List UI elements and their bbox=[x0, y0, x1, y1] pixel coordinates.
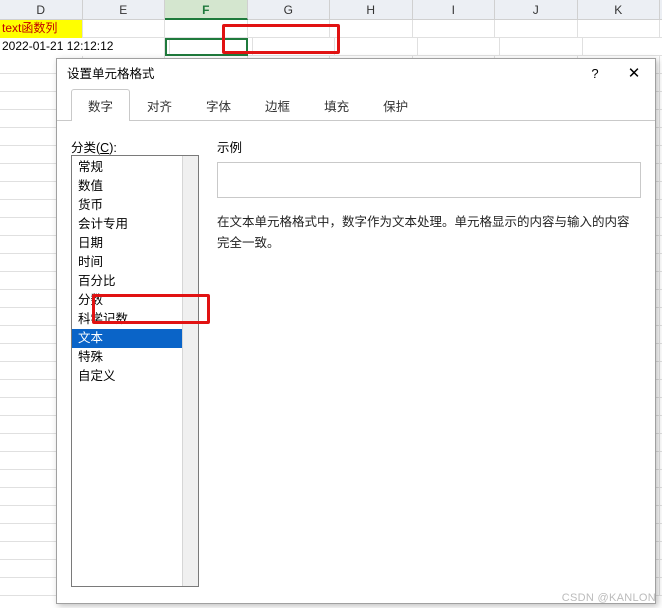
cell-G1[interactable] bbox=[248, 20, 331, 38]
cell-I2[interactable] bbox=[418, 38, 501, 56]
row-1: text函数列 bbox=[0, 20, 662, 38]
cell-G2[interactable] bbox=[253, 38, 336, 56]
category-label-suffix: ): bbox=[109, 141, 117, 155]
tab-alignment[interactable]: 对齐 bbox=[130, 89, 189, 121]
cell-D1[interactable]: text函数列 bbox=[0, 20, 83, 38]
col-header-J[interactable]: J bbox=[495, 0, 578, 20]
dialog-title-text: 设置单元格格式 bbox=[67, 67, 155, 81]
category-description: 在文本单元格格式中，数字作为文本处理。单元格显示的内容与输入的内容完全一致。 bbox=[217, 212, 641, 255]
category-item-general[interactable]: 常规 bbox=[72, 158, 198, 177]
category-item-custom[interactable]: 自定义 bbox=[72, 367, 198, 386]
sample-label: 示例 bbox=[217, 137, 641, 156]
cell-F1[interactable] bbox=[165, 20, 248, 38]
category-list-scrollbar[interactable] bbox=[182, 156, 198, 586]
tab-fill[interactable]: 填充 bbox=[307, 89, 366, 121]
dialog-help-button[interactable]: ? bbox=[581, 59, 609, 89]
dialog-body: 分类(C): 常规 数值 货币 会计专用 日期 时间 百分比 分数 科学记数 文… bbox=[71, 137, 641, 593]
format-cells-dialog: 设置单元格格式 ? ✕ 数字 对齐 字体 边框 填充 保护 分类(C): 常规 … bbox=[56, 58, 656, 604]
tab-protect[interactable]: 保护 bbox=[366, 89, 425, 121]
category-item-time[interactable]: 时间 bbox=[72, 253, 198, 272]
tab-font[interactable]: 字体 bbox=[189, 89, 248, 121]
dialog-close-button[interactable]: ✕ bbox=[619, 59, 649, 89]
dialog-titlebar[interactable]: 设置单元格格式 ? ✕ bbox=[57, 59, 655, 89]
category-item-fraction[interactable]: 分数 bbox=[72, 291, 198, 310]
cell-E1[interactable] bbox=[83, 20, 166, 38]
category-item-accounting[interactable]: 会计专用 bbox=[72, 215, 198, 234]
category-item-scientific[interactable]: 科学记数 bbox=[72, 310, 198, 329]
cell-H1[interactable] bbox=[330, 20, 413, 38]
col-header-G[interactable]: G bbox=[248, 0, 331, 20]
sample-preview-box bbox=[217, 162, 641, 198]
category-item-date[interactable]: 日期 bbox=[72, 234, 198, 253]
category-item-currency[interactable]: 货币 bbox=[72, 196, 198, 215]
cell-K2[interactable] bbox=[583, 38, 662, 56]
column-headers-row: D E F G H I J K bbox=[0, 0, 662, 20]
cell-D2[interactable]: 2022-01-21 12:12:12 bbox=[0, 38, 165, 56]
col-header-E[interactable]: E bbox=[83, 0, 166, 20]
category-item-text[interactable]: 文本 bbox=[72, 329, 198, 348]
cell-H2[interactable] bbox=[335, 38, 418, 56]
tab-border[interactable]: 边框 bbox=[248, 89, 307, 121]
category-label-prefix: 分类( bbox=[71, 141, 100, 155]
dialog-tabs: 数字 对齐 字体 边框 填充 保护 bbox=[57, 89, 655, 121]
watermark-text: CSDN @KANLON bbox=[562, 592, 656, 604]
col-header-F[interactable]: F bbox=[165, 0, 248, 20]
category-detail-pane: 示例 在文本单元格格式中，数字作为文本处理。单元格显示的内容与输入的内容完全一致… bbox=[217, 137, 641, 587]
cell-J1[interactable] bbox=[495, 20, 578, 38]
cell-K1[interactable] bbox=[578, 20, 661, 38]
cell-I1[interactable] bbox=[413, 20, 496, 38]
tab-number[interactable]: 数字 bbox=[71, 89, 130, 121]
cell-J2[interactable] bbox=[500, 38, 583, 56]
col-header-D[interactable]: D bbox=[0, 0, 83, 20]
category-listbox[interactable]: 常规 数值 货币 会计专用 日期 时间 百分比 分数 科学记数 文本 特殊 自定… bbox=[71, 155, 199, 587]
category-item-special[interactable]: 特殊 bbox=[72, 348, 198, 367]
category-item-number[interactable]: 数值 bbox=[72, 177, 198, 196]
col-header-H[interactable]: H bbox=[330, 0, 413, 20]
row-2: 2022-01-21 12:12:12 bbox=[0, 38, 662, 56]
col-header-I[interactable]: I bbox=[413, 0, 496, 20]
category-label-hotkey: C bbox=[100, 141, 109, 155]
cell-F2[interactable] bbox=[170, 38, 253, 56]
col-header-K[interactable]: K bbox=[578, 0, 661, 20]
category-item-percentage[interactable]: 百分比 bbox=[72, 272, 198, 291]
